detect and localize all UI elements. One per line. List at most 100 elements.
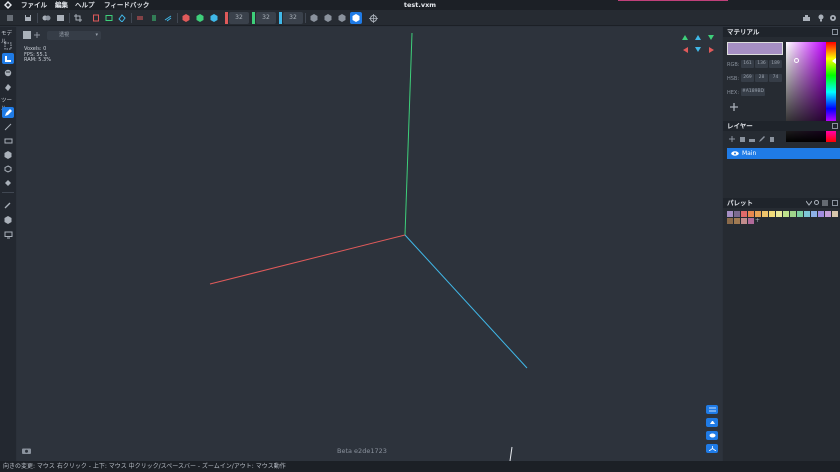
layer-item[interactable]: Main xyxy=(727,148,840,159)
rgb-r-input[interactable]: 161 xyxy=(741,60,754,68)
hexagon-icon xyxy=(310,14,318,22)
duplicate-layer-icon[interactable] xyxy=(739,136,745,142)
expand-icon[interactable] xyxy=(832,123,838,129)
pen-tool[interactable] xyxy=(2,107,14,118)
view-front-button[interactable] xyxy=(308,12,320,24)
palette-color-swatch[interactable] xyxy=(741,218,747,224)
fill-tool[interactable] xyxy=(2,177,14,188)
preview-tool[interactable] xyxy=(2,229,14,240)
move-tool[interactable] xyxy=(2,53,14,64)
search-icon[interactable] xyxy=(814,200,820,206)
rotate-button[interactable] xyxy=(103,12,115,24)
add-color-icon[interactable]: + xyxy=(755,218,761,224)
size-x-input[interactable]: 32 xyxy=(229,12,249,24)
arrow-right-icon[interactable] xyxy=(709,47,714,53)
palette-color-swatch[interactable] xyxy=(804,211,810,217)
save-button[interactable] xyxy=(22,12,34,24)
size-z-input[interactable]: 32 xyxy=(283,12,303,24)
edit-layer-icon[interactable] xyxy=(759,136,765,142)
expand-icon[interactable] xyxy=(832,200,838,206)
chevron-down-icon[interactable] xyxy=(806,200,812,206)
arrow-down-right-icon[interactable] xyxy=(708,35,714,40)
select-tool[interactable] xyxy=(2,40,14,51)
line-tool[interactable] xyxy=(2,121,14,132)
palette-color-swatch[interactable] xyxy=(832,211,838,217)
eye-icon[interactable] xyxy=(731,151,739,156)
center-view-button[interactable] xyxy=(367,12,379,24)
hex-input[interactable]: #A189BD xyxy=(741,88,765,96)
arrow-up-left-icon[interactable] xyxy=(682,35,688,40)
palette-color-swatch[interactable] xyxy=(727,211,733,217)
picker-handle[interactable] xyxy=(794,58,799,63)
palette-color-swatch[interactable] xyxy=(748,211,754,217)
add-layer-icon[interactable] xyxy=(729,136,735,142)
fill-red-button[interactable] xyxy=(180,12,192,24)
add-material-icon[interactable] xyxy=(729,102,739,112)
mirror-button[interactable] xyxy=(90,12,102,24)
extrude-tool[interactable] xyxy=(2,163,14,174)
crop-button[interactable] xyxy=(72,12,84,24)
rgb-b-input[interactable]: 189 xyxy=(769,60,782,68)
arrow-left-icon[interactable] xyxy=(683,47,688,53)
eraser-tool[interactable] xyxy=(2,81,14,92)
fill-blue-button[interactable] xyxy=(208,12,220,24)
erase-button[interactable] xyxy=(116,12,128,24)
render-button[interactable] xyxy=(800,12,812,24)
fill-green-button[interactable] xyxy=(194,12,206,24)
grid-toggle-button[interactable] xyxy=(706,405,718,414)
view-side-button[interactable] xyxy=(322,12,334,24)
palette-color-swatch[interactable] xyxy=(734,218,740,224)
rect-tool[interactable] xyxy=(2,135,14,146)
paint-tool[interactable] xyxy=(2,67,14,78)
expand-icon[interactable] xyxy=(832,29,838,35)
camera-icon[interactable] xyxy=(22,447,31,454)
settings-button[interactable] xyxy=(828,12,838,24)
swap-button[interactable] xyxy=(134,12,146,24)
merge-layer-icon[interactable] xyxy=(749,136,755,142)
voxel-tool[interactable] xyxy=(2,214,14,225)
palette-color-swatch[interactable] xyxy=(797,211,803,217)
hsb-b-input[interactable]: 74 xyxy=(769,74,782,82)
palette-color-swatch[interactable] xyxy=(741,211,747,217)
palette-color-swatch[interactable] xyxy=(818,211,824,217)
palette-color-swatch[interactable] xyxy=(762,211,768,217)
palette-color-swatch[interactable] xyxy=(825,211,831,217)
paste-button[interactable] xyxy=(54,12,66,24)
hsb-s-input[interactable]: 28 xyxy=(755,74,768,82)
delete-layer-icon[interactable] xyxy=(769,136,775,142)
axis-toggle-button[interactable] xyxy=(706,444,718,453)
hue-handle[interactable] xyxy=(832,58,836,64)
list-icon[interactable] xyxy=(822,200,828,206)
rgb-g-input[interactable]: 136 xyxy=(755,60,768,68)
palette-color-swatch[interactable] xyxy=(776,211,782,217)
palette-color-swatch[interactable] xyxy=(734,211,740,217)
hsb-h-input[interactable]: 269 xyxy=(741,74,754,82)
accent-line xyxy=(618,0,728,1)
arrow-down-icon[interactable] xyxy=(695,47,701,52)
size-y-input[interactable]: 32 xyxy=(256,12,276,24)
3d-viewport[interactable]: 透視 ▾ Voxels: 0 FPS: 55.1 RAM: 5.3% Beta … xyxy=(17,27,722,461)
menu-feedback[interactable]: フィードバック xyxy=(104,0,149,10)
view-top-button[interactable] xyxy=(336,12,348,24)
menu-edit[interactable]: 編集 xyxy=(55,0,68,10)
flip-button[interactable] xyxy=(148,12,160,24)
menu-help[interactable]: ヘルプ xyxy=(75,0,95,10)
menu-toggle-button[interactable] xyxy=(4,12,16,24)
wireframe-toggle-button[interactable] xyxy=(706,431,718,440)
arrow-up-icon[interactable] xyxy=(695,35,701,40)
palette-color-swatch[interactable] xyxy=(811,211,817,217)
copy-button[interactable] xyxy=(40,12,52,24)
palette-color-swatch[interactable] xyxy=(727,218,733,224)
lighting-button[interactable] xyxy=(815,12,827,24)
floor-toggle-button[interactable] xyxy=(706,418,718,427)
shift-button[interactable] xyxy=(162,12,174,24)
material-color-swatch[interactable] xyxy=(727,42,783,55)
view-perspective-button[interactable] xyxy=(350,12,362,24)
box-tool[interactable] xyxy=(2,149,14,160)
menu-file[interactable]: ファイル xyxy=(21,0,47,10)
palette-color-swatch[interactable] xyxy=(769,211,775,217)
palette-color-swatch[interactable] xyxy=(748,218,754,224)
eyedropper-tool[interactable] xyxy=(2,199,14,210)
palette-color-swatch[interactable] xyxy=(790,211,796,217)
palette-color-swatch[interactable] xyxy=(783,211,789,217)
